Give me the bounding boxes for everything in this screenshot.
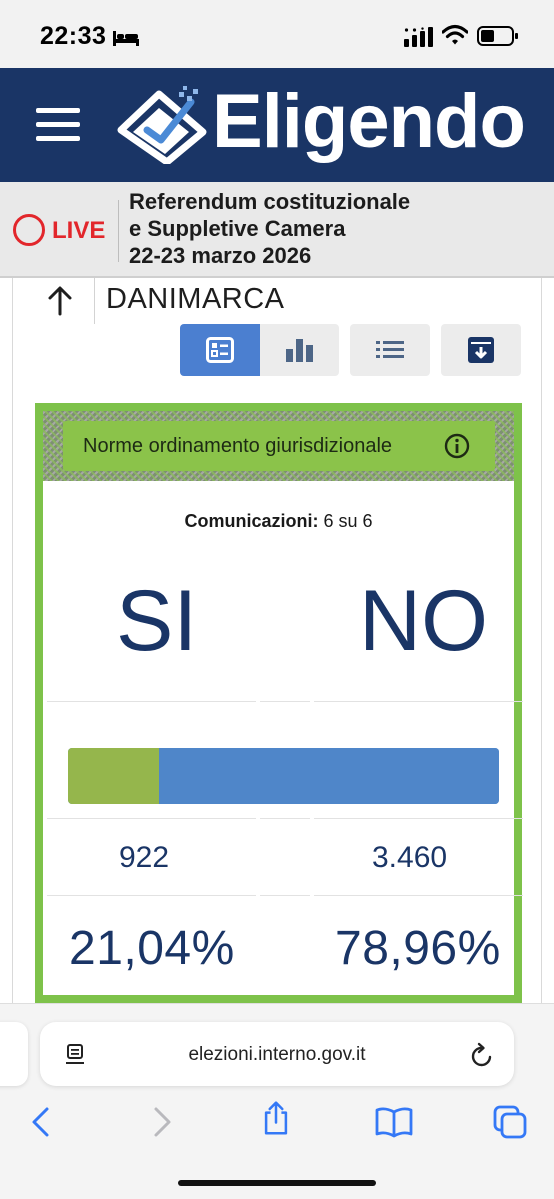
row-divider xyxy=(260,818,310,819)
arrow-up-icon[interactable] xyxy=(45,284,75,318)
referendum-result-box: Norme ordinamento giurisdizionale Comuni… xyxy=(35,403,523,1003)
wifi-icon xyxy=(442,24,468,45)
row-divider xyxy=(314,818,523,819)
election-title-line: e Suppletive Camera xyxy=(129,216,346,241)
country-divider xyxy=(94,278,95,324)
archive-download-icon xyxy=(468,337,494,363)
list-icon xyxy=(376,341,404,358)
live-indicator-icon xyxy=(13,214,45,246)
row-divider xyxy=(47,818,256,819)
previous-tab-preview[interactable] xyxy=(0,1022,28,1086)
home-indicator xyxy=(178,1180,376,1186)
summary-card-icon xyxy=(206,337,234,363)
battery-icon xyxy=(477,26,518,46)
choice-no-label: NO xyxy=(359,573,488,669)
status-time: 22:33 xyxy=(40,22,107,50)
info-icon[interactable] xyxy=(444,433,470,459)
no-share-fill xyxy=(159,748,499,804)
question-title: Norme ordinamento giurisdizionale xyxy=(83,435,393,457)
ballot-check-logo-icon xyxy=(117,86,207,164)
row-divider xyxy=(47,895,256,896)
bar-chart-icon xyxy=(285,339,313,362)
brand-logo-text[interactable]: Eligendo xyxy=(212,72,526,172)
browser-toolbar: elezioni.interno.gov.it xyxy=(0,1003,554,1199)
app-header: Eligendo xyxy=(0,68,554,182)
no-percent: 78,96% xyxy=(335,922,501,975)
choice-yes-label: SI xyxy=(116,573,198,669)
row-divider xyxy=(314,701,523,702)
live-divider xyxy=(118,200,119,262)
communications-line: Comunicazioni: 6 su 6 xyxy=(43,511,514,532)
forward-chevron-icon[interactable] xyxy=(141,1104,181,1140)
live-label: LIVE xyxy=(52,217,106,244)
address-bar[interactable]: elezioni.interno.gov.it xyxy=(40,1022,514,1086)
no-votes: 3.460 xyxy=(372,841,448,874)
communications-value: 6 su 6 xyxy=(323,511,373,531)
country-name: DANIMARCA xyxy=(106,283,285,315)
hamburger-menu-icon[interactable] xyxy=(36,108,80,142)
back-chevron-icon[interactable] xyxy=(22,1104,62,1140)
row-divider xyxy=(314,895,523,896)
communications-label: Comunicazioni: xyxy=(184,511,319,531)
result-header: Norme ordinamento giurisdizionale xyxy=(43,411,514,481)
row-divider xyxy=(47,701,256,702)
share-icon[interactable] xyxy=(256,1100,296,1136)
cellular-signal-icon xyxy=(404,27,433,47)
bed-icon xyxy=(113,31,139,46)
row-divider xyxy=(260,701,310,702)
yes-votes: 922 xyxy=(119,841,170,874)
reload-icon[interactable] xyxy=(469,1041,495,1069)
live-banner[interactable]: LIVE Referendum costituzionale e Supplet… xyxy=(0,182,554,278)
election-date-line: 22-23 marzo 2026 xyxy=(129,243,312,268)
url-text: elezioni.interno.gov.it xyxy=(188,1044,366,1065)
election-title: Referendum costituzionale e Suppletive C… xyxy=(129,188,410,269)
tab-chart[interactable] xyxy=(260,324,339,376)
question-pill[interactable]: Norme ordinamento giurisdizionale xyxy=(63,421,495,471)
tab-summary[interactable] xyxy=(180,324,260,376)
tabs-icon[interactable] xyxy=(491,1104,531,1140)
result-panel: DANIMARCA Norme ordinamento giurisdizion… xyxy=(12,278,542,1018)
yes-percent: 21,04% xyxy=(69,922,235,975)
tab-list[interactable] xyxy=(350,324,430,376)
tab-archive[interactable] xyxy=(441,324,521,376)
election-title-line: Referendum costituzionale xyxy=(129,189,411,214)
status-bar: 22:33 xyxy=(0,0,554,68)
vote-share-bar xyxy=(68,748,499,804)
row-divider xyxy=(260,895,310,896)
bookmarks-book-icon[interactable] xyxy=(374,1104,414,1140)
yes-share-fill xyxy=(68,748,159,804)
